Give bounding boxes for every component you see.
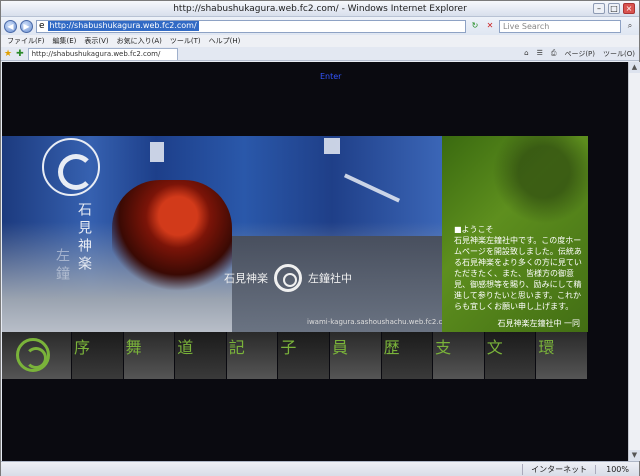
- menu-tools[interactable]: ツール(T): [170, 35, 201, 47]
- tab-current[interactable]: http://shabushukagura.web.fc2.com/: [27, 47, 178, 60]
- crest-logo-icon: [42, 138, 100, 196]
- site-banner: 石見神楽 左鐘 石見神楽 左鐘社中 iwami-kagura.sashousha…: [2, 136, 628, 379]
- nav-item-8[interactable]: 支: [433, 332, 485, 379]
- vertical-title: 石見神楽: [76, 202, 92, 274]
- address-bar[interactable]: e http://shabushukagura.web.fc2.com/: [36, 19, 466, 33]
- favorites-star-icon[interactable]: ★: [4, 49, 12, 59]
- window-title: http://shabushukagura.web.fc2.com/ - Win…: [173, 4, 467, 14]
- minimize-button[interactable]: –: [593, 3, 605, 14]
- site-logo: 石見神楽 左鐘社中: [224, 264, 352, 292]
- vertical-subtitle: 左鐘: [54, 248, 70, 284]
- welcome-panel: ■ようこそ 石見神楽左鐘社中です。この度ホームページを開設致しました。伝統ある石…: [442, 136, 588, 332]
- page-icon: e: [39, 21, 45, 31]
- menu-edit[interactable]: 編集(E): [53, 35, 77, 47]
- scroll-up-icon[interactable]: ▲: [629, 62, 640, 73]
- page-content: Enter 石見神楽 左鐘 石見神楽 左鐘社中 iwami-kagura.sas…: [2, 62, 628, 461]
- logo-right-text: 左鐘社中: [308, 272, 352, 285]
- nav-item-10[interactable]: 環: [536, 332, 588, 379]
- print-icon[interactable]: ⎙: [551, 49, 557, 59]
- address-url[interactable]: http://shabushukagura.web.fc2.com/: [47, 21, 199, 31]
- nav-item-5[interactable]: 子: [278, 332, 330, 379]
- welcome-body: 石見神楽左鐘社中です。この度ホームページを開設致しました。伝統ある石見神楽をより…: [454, 236, 582, 311]
- menu-help[interactable]: ヘルプ(H): [209, 35, 241, 47]
- site-credit: iwami-kagura.sashoushachu.web.fc2.com: [307, 318, 454, 326]
- nav-item-7[interactable]: 歴: [381, 332, 434, 379]
- favorites-bar: ★ ✚ http://shabushukagura.web.fc2.com/ ⌂…: [1, 47, 639, 61]
- add-favorites-icon[interactable]: ✚: [16, 49, 24, 59]
- enter-link[interactable]: Enter: [320, 72, 341, 81]
- kagura-photo: 石見神楽 左鐘 石見神楽 左鐘社中 iwami-kagura.sashousha…: [2, 136, 453, 332]
- welcome-signature: 石見神楽左鐘社中 一同: [497, 319, 580, 328]
- refresh-icon[interactable]: ↻: [469, 20, 481, 32]
- menu-view[interactable]: 表示(V): [84, 35, 108, 47]
- page-menu[interactable]: ページ(P): [564, 49, 595, 59]
- feeds-icon[interactable]: ☰: [537, 49, 543, 59]
- logo-left-text: 石見神楽: [224, 272, 268, 285]
- status-bar: インターネット 100%: [1, 461, 639, 476]
- command-bar: ⌂ ☰ ⎙ ページ(P) ツール(O): [524, 49, 639, 59]
- tools-menu[interactable]: ツール(O): [603, 49, 635, 59]
- search-icon[interactable]: ⌕: [624, 20, 636, 32]
- title-bar: http://shabushukagura.web.fc2.com/ - Win…: [1, 1, 639, 17]
- security-zone: インターネット: [522, 463, 595, 475]
- nav-item-4[interactable]: 記: [226, 332, 279, 379]
- nav-item-9[interactable]: 文: [484, 332, 537, 379]
- nav-item-6[interactable]: 員: [329, 332, 382, 379]
- close-button[interactable]: ×: [623, 3, 635, 14]
- maximize-button[interactable]: □: [608, 3, 620, 14]
- nav-item-1[interactable]: 序: [72, 332, 124, 379]
- swirl-icon: [16, 338, 50, 372]
- vertical-scrollbar[interactable]: ▲ ▼: [628, 62, 640, 461]
- menu-file[interactable]: ファイル(F): [7, 35, 45, 47]
- home-icon[interactable]: ⌂: [524, 49, 528, 59]
- menu-bar: ファイル(F) 編集(E) 表示(V) お気に入り(A) ツール(T) ヘルプ(…: [1, 35, 639, 47]
- scroll-down-icon[interactable]: ▼: [629, 450, 640, 461]
- home-swirl-link[interactable]: [2, 332, 72, 379]
- nav-item-2[interactable]: 舞: [123, 332, 176, 379]
- spiral-logo-icon: [274, 264, 302, 292]
- menu-favorites[interactable]: お気に入り(A): [117, 35, 162, 47]
- welcome-message: ■ようこそ 石見神楽左鐘社中です。この度ホームページを開設致しました。伝統ある石…: [454, 224, 586, 329]
- browser-window: http://shabushukagura.web.fc2.com/ - Win…: [0, 0, 640, 476]
- nav-item-3[interactable]: 道: [175, 332, 227, 379]
- welcome-heading: ■ようこそ: [454, 225, 494, 234]
- kagura-mask-figure: [112, 180, 232, 300]
- back-button[interactable]: ◀: [4, 19, 17, 33]
- search-input[interactable]: Live Search: [499, 19, 621, 33]
- zoom-level[interactable]: 100%: [595, 464, 639, 474]
- address-row: ◀ ▶ e http://shabushukagura.web.fc2.com/…: [1, 17, 639, 35]
- nav-strip: 序 舞 道 記 子 員 歴 支 文 環: [2, 332, 588, 379]
- stop-icon[interactable]: ✕: [484, 20, 496, 32]
- window-controls: – □ ×: [593, 3, 635, 14]
- forward-button[interactable]: ▶: [20, 19, 33, 33]
